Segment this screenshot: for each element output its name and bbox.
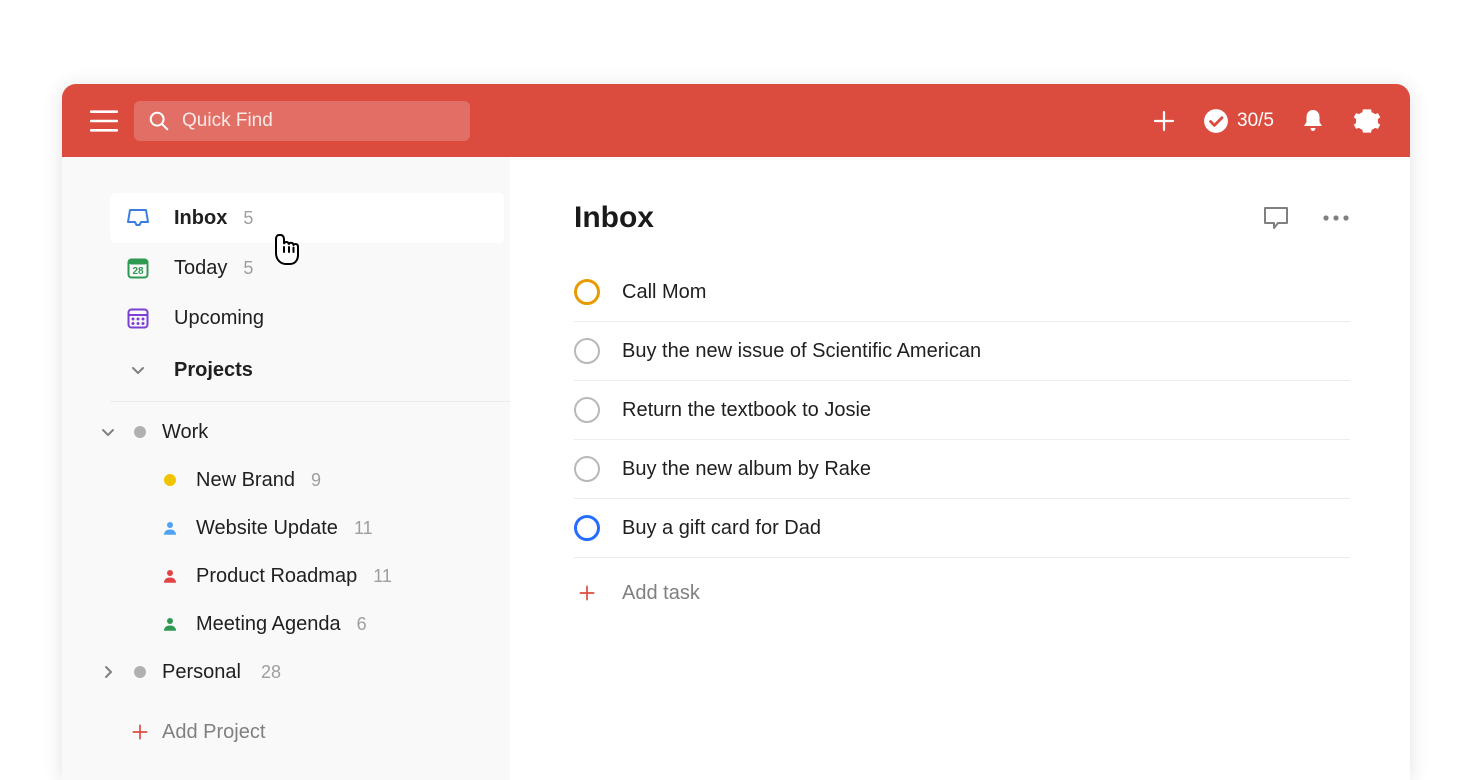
nav-count: 5	[243, 208, 253, 229]
more-options-button[interactable]	[1322, 214, 1350, 222]
task-title: Return the textbook to Josie	[622, 399, 871, 422]
task-title: Buy the new issue of Scientific American	[622, 340, 981, 363]
project-count: 9	[311, 470, 321, 491]
comment-icon	[1262, 205, 1290, 231]
bell-icon	[1301, 108, 1325, 134]
app-body: Inbox 5 28 Today 5 Upcoming P	[62, 157, 1410, 780]
nav-label: Inbox	[174, 207, 227, 230]
productivity-count: 30/5	[1237, 110, 1274, 132]
sidebar-project-new-brand[interactable]: New Brand 9	[62, 456, 504, 504]
project-count: 28	[261, 662, 281, 683]
inbox-icon	[126, 206, 150, 230]
task-row[interactable]: Buy the new issue of Scientific American	[574, 322, 1350, 381]
comments-button[interactable]	[1262, 205, 1290, 231]
header-actions: 30/5	[1149, 106, 1382, 136]
project-count: 11	[354, 518, 373, 539]
sidebar-project-meeting-agenda[interactable]: Meeting Agenda 6	[62, 600, 504, 648]
project-label: Work	[162, 421, 208, 444]
chevron-down-icon	[96, 420, 120, 444]
sidebar: Inbox 5 28 Today 5 Upcoming P	[62, 157, 510, 780]
notifications-button[interactable]	[1298, 106, 1328, 136]
sidebar-item-today[interactable]: 28 Today 5	[110, 243, 504, 293]
task-checkbox[interactable]	[574, 279, 600, 305]
settings-button[interactable]	[1352, 106, 1382, 136]
check-circle-icon	[1203, 108, 1229, 134]
menu-button[interactable]	[82, 99, 126, 143]
main-header: Inbox	[574, 201, 1350, 235]
person-icon	[160, 518, 180, 538]
sidebar-project-website-update[interactable]: Website Update 11	[62, 504, 504, 552]
add-task-button[interactable]: Add task	[574, 558, 1350, 628]
gear-icon	[1353, 107, 1381, 135]
svg-text:28: 28	[132, 266, 144, 277]
chevron-right-icon	[96, 660, 120, 684]
task-checkbox[interactable]	[574, 338, 600, 364]
sidebar-project-work[interactable]: Work	[62, 408, 504, 456]
sidebar-item-inbox[interactable]: Inbox 5	[110, 193, 504, 243]
project-color-dot	[134, 426, 146, 438]
task-row[interactable]: Return the textbook to Josie	[574, 381, 1350, 440]
project-label: Personal	[162, 661, 241, 684]
search-input[interactable]	[182, 110, 456, 132]
project-color-dot	[134, 666, 146, 678]
person-icon	[160, 614, 180, 634]
project-count: 11	[373, 566, 392, 587]
page-title: Inbox	[574, 201, 654, 235]
task-title: Call Mom	[622, 281, 706, 304]
nav-label: Upcoming	[174, 307, 264, 330]
productivity-button[interactable]: 30/5	[1203, 108, 1274, 134]
calendar-today-icon: 28	[126, 256, 150, 280]
search-icon	[148, 110, 170, 132]
app-window: 30/5 Inbox 5 28 T	[62, 84, 1410, 780]
task-row[interactable]: Buy the new album by Rake	[574, 440, 1350, 499]
main-panel: Inbox Call Mom Buy the new i	[510, 157, 1410, 780]
divider	[110, 401, 510, 402]
sidebar-project-product-roadmap[interactable]: Product Roadmap 11	[62, 552, 504, 600]
app-header: 30/5	[62, 84, 1410, 157]
sidebar-project-personal[interactable]: Personal 28	[62, 648, 504, 696]
project-label: Product Roadmap	[196, 565, 357, 588]
person-icon	[160, 566, 180, 586]
task-checkbox[interactable]	[574, 397, 600, 423]
sidebar-section-projects[interactable]: Projects	[110, 343, 504, 397]
plus-icon	[128, 720, 152, 744]
task-list: Call Mom Buy the new issue of Scientific…	[574, 263, 1350, 628]
plus-icon	[574, 580, 600, 606]
add-project-label: Add Project	[162, 721, 265, 744]
task-title: Buy a gift card for Dad	[622, 517, 821, 540]
nav-count: 5	[243, 258, 253, 279]
task-checkbox[interactable]	[574, 456, 600, 482]
task-row[interactable]: Buy a gift card for Dad	[574, 499, 1350, 558]
calendar-upcoming-icon	[126, 306, 150, 330]
menu-icon	[90, 110, 118, 132]
task-checkbox[interactable]	[574, 515, 600, 541]
task-title: Buy the new album by Rake	[622, 458, 871, 481]
more-horizontal-icon	[1322, 214, 1350, 222]
sidebar-item-upcoming[interactable]: Upcoming	[110, 293, 504, 343]
add-task-label: Add task	[622, 582, 700, 605]
search-box[interactable]	[134, 101, 470, 141]
project-label: New Brand	[196, 469, 295, 492]
project-label: Meeting Agenda	[196, 613, 341, 636]
chevron-down-icon	[126, 358, 150, 382]
add-project-button[interactable]: Add Project	[62, 706, 510, 758]
dot-icon	[160, 470, 180, 490]
nav-label: Today	[174, 257, 227, 280]
project-label: Website Update	[196, 517, 338, 540]
plus-icon	[1152, 109, 1176, 133]
section-label: Projects	[174, 359, 253, 382]
task-row[interactable]: Call Mom	[574, 263, 1350, 322]
add-task-global-button[interactable]	[1149, 106, 1179, 136]
project-count: 6	[357, 614, 367, 635]
